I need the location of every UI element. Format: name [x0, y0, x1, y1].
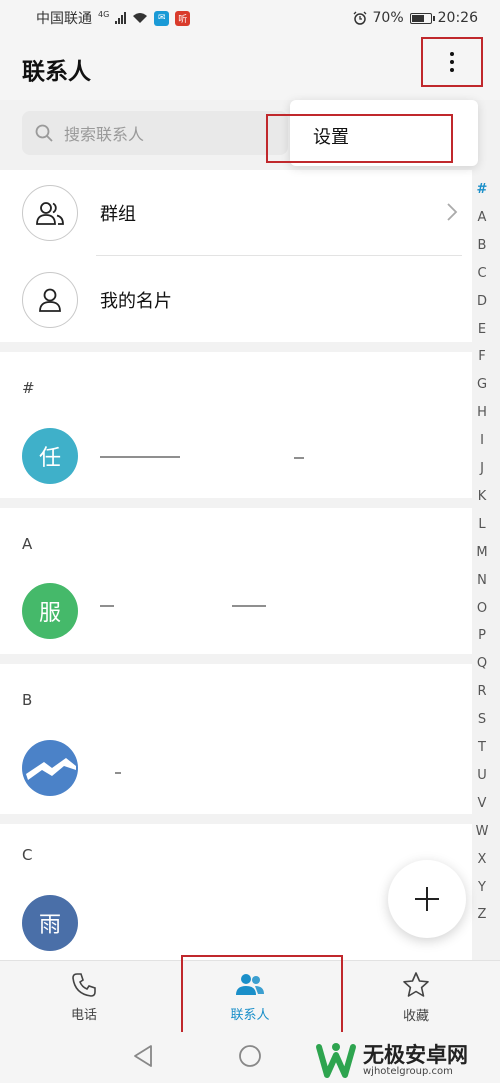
alphabet-index-letter[interactable]: L — [472, 517, 492, 532]
alphabet-index-letter[interactable]: C — [472, 266, 492, 281]
status-left: 中国联通 4G ✉ 听 — [36, 8, 191, 28]
alphabet-index-letter[interactable]: Q — [472, 656, 492, 671]
alphabet-index-letter[interactable]: I — [472, 433, 492, 448]
tab-phone-label: 电话 — [70, 1007, 97, 1023]
home-icon[interactable] — [238, 1044, 262, 1068]
alphabet-index-letter[interactable]: O — [472, 601, 492, 616]
app-bar: 联系人 — [0, 36, 500, 100]
groups-row[interactable]: 群组 — [0, 170, 472, 256]
star-icon — [403, 971, 429, 997]
alphabet-index-letter[interactable]: N — [472, 573, 492, 588]
bottom-nav: 电话 联系人 收藏 — [0, 955, 500, 1037]
carrier-name: 中国联通 — [36, 11, 92, 27]
contact-avatar[interactable]: 雨 — [22, 895, 78, 951]
wifi-icon — [133, 13, 148, 23]
signal-icon — [115, 12, 127, 24]
obscured-contact-name — [232, 605, 266, 607]
search-icon — [35, 124, 53, 142]
alphabet-index-letter[interactable]: B — [472, 238, 492, 253]
alphabet-index-letter[interactable]: J — [472, 461, 492, 476]
status-bar: 中国联通 4G ✉ 听 70% 20:26 — [0, 0, 500, 36]
search-placeholder: 搜索联系人 — [64, 125, 145, 144]
tab-phone[interactable]: 电话 — [4, 961, 164, 1033]
watermark-url: wjhotelgroup.com — [363, 1066, 453, 1077]
watermark-text: 无极安卓网 wjhotelgroup.com — [363, 1044, 468, 1077]
alphabet-index-letter[interactable]: R — [472, 684, 492, 699]
menu-item-settings[interactable]: 设置 — [266, 114, 453, 163]
groups-icon — [22, 185, 78, 241]
tab-contacts[interactable]: 联系人 — [170, 961, 330, 1033]
tab-contacts-label: 联系人 — [230, 1007, 270, 1023]
alphabet-index-letter[interactable]: H — [472, 405, 492, 420]
alphabet-index-letter[interactable]: W — [472, 824, 492, 839]
alphabet-index-letter[interactable]: Z — [472, 907, 492, 922]
more-options-button[interactable] — [421, 37, 483, 87]
groups-label: 群组 — [100, 204, 136, 225]
divider — [96, 255, 462, 256]
contact-avatar[interactable]: 任 — [22, 428, 78, 484]
chevron-right-icon — [447, 203, 458, 221]
my-card-label: 我的名片 — [100, 291, 172, 312]
section-header: A — [22, 535, 33, 553]
clock: 20:26 — [437, 10, 478, 26]
section-card — [0, 352, 472, 498]
alphabet-index-letter[interactable]: E — [472, 322, 492, 337]
plus-icon — [415, 887, 439, 911]
alphabet-index-letter[interactable]: # — [472, 182, 492, 197]
alphabet-index-letter[interactable]: G — [472, 377, 492, 392]
alarm-icon — [353, 11, 366, 25]
profile-icon — [22, 272, 78, 328]
watermark-title: 无极安卓网 — [363, 1043, 468, 1067]
section-header: C — [22, 846, 33, 864]
search-input[interactable]: 搜索联系人 — [22, 111, 288, 155]
watermark: 无极安卓网 wjhotelgroup.com — [315, 1038, 500, 1083]
alphabet-index-letter[interactable]: S — [472, 712, 492, 727]
network-type: 4G — [98, 9, 110, 19]
battery-icon — [409, 12, 435, 24]
alphabet-index-letter[interactable]: X — [472, 852, 492, 867]
tab-favorites-label: 收藏 — [402, 1008, 429, 1024]
app-notification-icon: ✉ — [154, 10, 170, 26]
alphabet-index-letter[interactable]: A — [472, 210, 492, 225]
obscured-contact-name — [100, 456, 180, 458]
alphabet-index-letter[interactable]: K — [472, 489, 492, 504]
page-title: 联系人 — [22, 59, 91, 85]
alphabet-index-letter[interactable]: F — [472, 349, 492, 364]
watermark-logo-icon — [316, 1042, 356, 1078]
alphabet-index-letter[interactable]: U — [472, 768, 492, 783]
status-right: 70% 20:26 — [353, 10, 478, 26]
more-dots-icon — [450, 52, 454, 56]
add-contact-button[interactable] — [388, 860, 466, 938]
contact-avatar[interactable] — [22, 740, 78, 796]
alphabet-index[interactable]: # A B C D E F G H I J K L M N O P Q R S T U V W X Y Z — [472, 182, 500, 950]
battery-percent: 70% — [372, 10, 404, 26]
alphabet-index-letter[interactable]: D — [472, 294, 492, 309]
section-card — [0, 664, 472, 814]
contacts-icon — [236, 973, 264, 995]
alphabet-index-letter[interactable]: T — [472, 740, 492, 755]
contact-avatar[interactable]: 服 — [22, 583, 78, 639]
back-icon[interactable] — [132, 1044, 154, 1068]
phone-icon — [72, 972, 96, 997]
obscured-contact-name — [100, 605, 114, 607]
alphabet-index-letter[interactable]: M — [472, 545, 492, 560]
alphabet-index-letter[interactable]: V — [472, 796, 492, 811]
contact-photo — [26, 758, 76, 780]
app-notification-icon-2: 听 — [175, 10, 191, 26]
alphabet-index-letter[interactable]: P — [472, 628, 492, 643]
obscured-contact-name — [115, 772, 121, 774]
section-header: # — [22, 379, 35, 397]
obscured-contact-name — [294, 457, 304, 459]
my-card-row[interactable]: 我的名片 — [0, 257, 472, 343]
alphabet-index-letter[interactable]: Y — [472, 880, 492, 895]
section-card — [0, 508, 472, 654]
section-header: B — [22, 691, 33, 709]
tab-favorites[interactable]: 收藏 — [336, 961, 496, 1033]
